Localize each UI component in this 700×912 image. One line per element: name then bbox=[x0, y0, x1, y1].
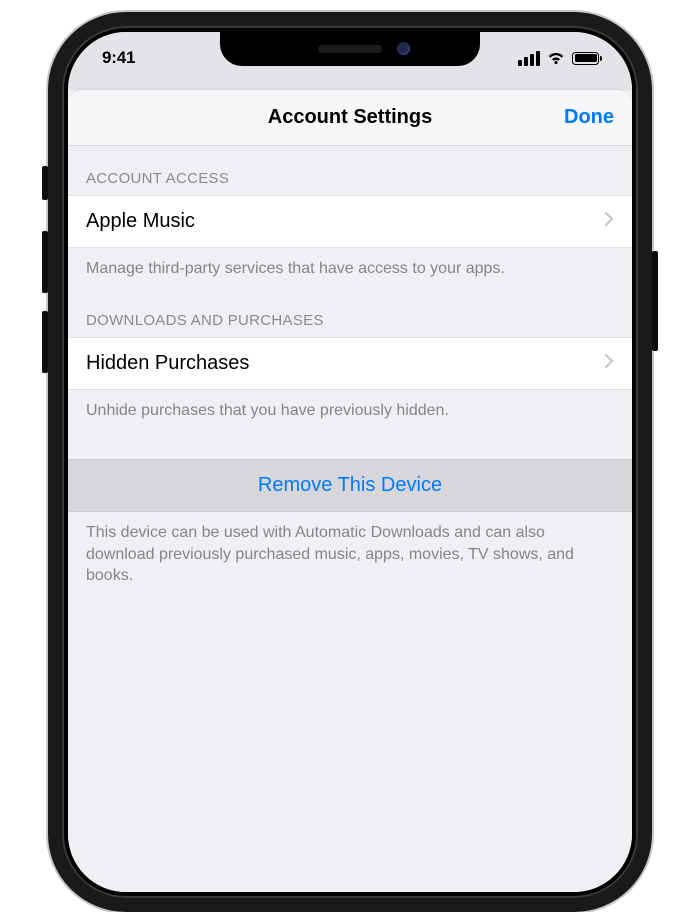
modal-sheet: Account Settings Done ACCOUNT ACCESS App… bbox=[68, 90, 632, 892]
status-indicators bbox=[518, 51, 602, 66]
section-header-account-access: ACCOUNT ACCESS bbox=[68, 146, 632, 195]
downloads-footer: Unhide purchases that you have previousl… bbox=[68, 390, 632, 422]
phone-screen: 9:41 Account Settings Done ACCOUNT bbox=[68, 32, 632, 892]
account-access-footer: Manage third-party services that have ac… bbox=[68, 248, 632, 280]
notch bbox=[220, 32, 480, 66]
battery-icon bbox=[572, 52, 602, 65]
hidden-purchases-label: Hidden Purchases bbox=[86, 352, 249, 375]
remove-this-device-button[interactable]: Remove This Device bbox=[68, 459, 632, 512]
volume-up-button bbox=[42, 231, 48, 293]
apple-music-label: Apple Music bbox=[86, 210, 195, 233]
done-button[interactable]: Done bbox=[564, 106, 614, 129]
chevron-right-icon bbox=[604, 352, 614, 375]
volume-down-button bbox=[42, 311, 48, 373]
silence-switch bbox=[42, 166, 48, 200]
remove-device-footer: This device can be used with Automatic D… bbox=[68, 512, 632, 587]
apple-music-row[interactable]: Apple Music bbox=[68, 195, 632, 248]
hidden-purchases-row[interactable]: Hidden Purchases bbox=[68, 337, 632, 390]
power-button bbox=[652, 251, 658, 351]
navigation-bar: Account Settings Done bbox=[68, 90, 632, 146]
section-header-downloads: DOWNLOADS AND PURCHASES bbox=[68, 280, 632, 337]
remove-this-device-label: Remove This Device bbox=[258, 474, 442, 496]
chevron-right-icon bbox=[604, 210, 614, 233]
front-camera bbox=[397, 42, 410, 55]
page-title: Account Settings bbox=[268, 106, 432, 129]
speaker-grille bbox=[318, 45, 382, 53]
wifi-icon bbox=[546, 51, 566, 65]
cellular-signal-icon bbox=[518, 51, 540, 66]
phone-frame: 9:41 Account Settings Done ACCOUNT bbox=[48, 12, 652, 912]
status-time: 9:41 bbox=[102, 48, 135, 68]
